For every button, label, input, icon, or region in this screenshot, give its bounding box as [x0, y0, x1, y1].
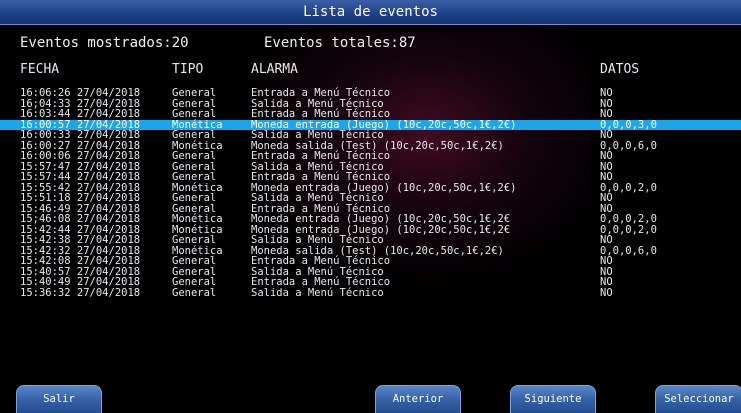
cell-tipo: General — [172, 192, 217, 204]
table-row[interactable]: 16:00:33 27/04/2018 General Salida a Menú … — [0, 130, 741, 141]
events-shown-label: Eventos mostrados: — [20, 35, 172, 51]
event-list: 16:06:26 27/04/2018 General Entrada a Menú… — [0, 88, 741, 298]
cell-fecha: 15;46:08 27/04/2018 — [20, 213, 141, 225]
cell-datos: NO — [600, 108, 613, 120]
column-header-tipo: TIPO — [172, 62, 204, 77]
table-row[interactable]: 16:03:44 27/04/2018 General Entrada a Menú… — [0, 109, 741, 120]
table-row[interactable]: 15:57:44 27/04/2018 General Entrada a Menú… — [0, 172, 741, 183]
events-shown: Eventos mostrados:20 — [20, 35, 189, 51]
table-row[interactable]: 15:42:08 27/04/2018 General Entrada a Menú… — [0, 256, 741, 267]
cell-alarma: Salida a Menú Técnico — [251, 129, 384, 141]
column-header-datos: DATOS — [600, 62, 640, 77]
cell-datos: 0,0,0,2,0 — [600, 213, 657, 225]
cell-tipo: General — [172, 276, 217, 288]
title-bar: Lista de eventos — [0, 0, 741, 25]
seleccionar-button[interactable]: Seleccionar — [655, 385, 741, 413]
cell-fecha: 16:00:06 27/04/2018 — [20, 150, 141, 162]
table-row[interactable]: 15:51:18 27/04/2018 General Salida a Menú … — [0, 193, 741, 204]
table-row[interactable]: 15:36:32 27/04/2018 General Salida a Menú … — [0, 286, 741, 299]
table-row[interactable]: 15;46:08 27/04/2018 Monética Moneda entrad… — [0, 214, 741, 225]
cell-datos: NO — [600, 192, 613, 204]
cell-tipo: General — [172, 129, 217, 141]
column-header-fecha: FECHA — [20, 62, 60, 77]
cell-datos: NO — [600, 171, 613, 183]
cell-datos: NO — [600, 286, 613, 299]
table-row[interactable]: 15:42:38 27/04/2018 General Salida a Menú … — [0, 235, 741, 246]
cell-alarma: Entrada a Menú Técnico — [251, 87, 391, 99]
cell-fecha: 15:57:44 27/04/2018 — [20, 171, 141, 183]
cell-tipo: General — [172, 150, 217, 162]
window-title: Lista de eventos — [303, 4, 438, 20]
cell-fecha: 15:40:49 27/04/2018 — [20, 276, 141, 288]
table-row[interactable]: 16:00:06 27/04/2018 General Entrada a Menú… — [0, 151, 741, 162]
events-total: Eventos totales:87 — [264, 35, 416, 51]
cell-datos: NO — [600, 87, 613, 99]
cell-tipo: General — [172, 87, 217, 99]
cell-datos: NO — [600, 276, 613, 288]
cell-tipo: General — [172, 255, 217, 267]
events-total-value: 87 — [398, 35, 416, 51]
cell-datos: NO — [600, 255, 613, 267]
cell-alarma: Salida a Menú Técnico — [251, 234, 384, 246]
cell-datos: NO — [600, 129, 613, 141]
cell-tipo: General — [172, 286, 217, 299]
siguiente-button[interactable]: Siguiente — [510, 385, 596, 413]
cell-alarma: Entrada a Menú Técnico — [251, 255, 391, 267]
cell-tipo: General — [172, 108, 217, 120]
table-row[interactable]: 16:06:26 27/04/2018 General Entrada a Menú… — [0, 88, 741, 99]
cell-tipo: General — [172, 234, 217, 246]
cell-fecha: 15:42:08 27/04/2018 — [20, 255, 141, 267]
cell-fecha: 16:03:44 27/04/2018 — [20, 108, 141, 120]
cell-tipo: General — [172, 171, 217, 183]
cell-alarma: Salida a Menú Técnico — [251, 286, 384, 299]
cell-alarma: Salida a Menú Técnico — [251, 192, 384, 204]
cell-alarma: Entrada a Menú Técnico — [251, 108, 391, 120]
cell-datos: NO — [600, 150, 613, 162]
cell-fecha: 15:36:32 27/04/2018 — [20, 286, 141, 299]
cell-alarma: Entrada a Menú Técnico — [251, 150, 391, 162]
cell-fecha: 15:42:38 27/04/2018 — [20, 234, 141, 246]
anterior-button[interactable]: Anterior — [375, 385, 461, 413]
cell-tipo: Monética — [172, 213, 223, 225]
events-shown-value: 20 — [171, 35, 189, 51]
column-header-alarma: ALARMA — [251, 62, 298, 77]
cell-alarma: Entrada a Menú Técnico — [251, 171, 391, 183]
table-row[interactable]: 15:40:49 27/04/2018 General Entrada a Menú… — [0, 277, 741, 288]
cell-alarma: Moneda entrada (Juego) (10c,20c,50c,1€,2… — [251, 213, 511, 225]
cell-fecha: 16:00:33 27/04/2018 — [20, 129, 141, 141]
cell-fecha: 16:06:26 27/04/2018 — [20, 87, 141, 99]
events-total-label: Eventos totales: — [264, 35, 399, 51]
cell-fecha: 15:51:18 27/04/2018 — [20, 192, 141, 204]
cell-datos: NO — [600, 234, 613, 246]
salir-button[interactable]: Salir — [16, 385, 102, 413]
cell-alarma: Entrada a Menú Técnico — [251, 276, 391, 288]
